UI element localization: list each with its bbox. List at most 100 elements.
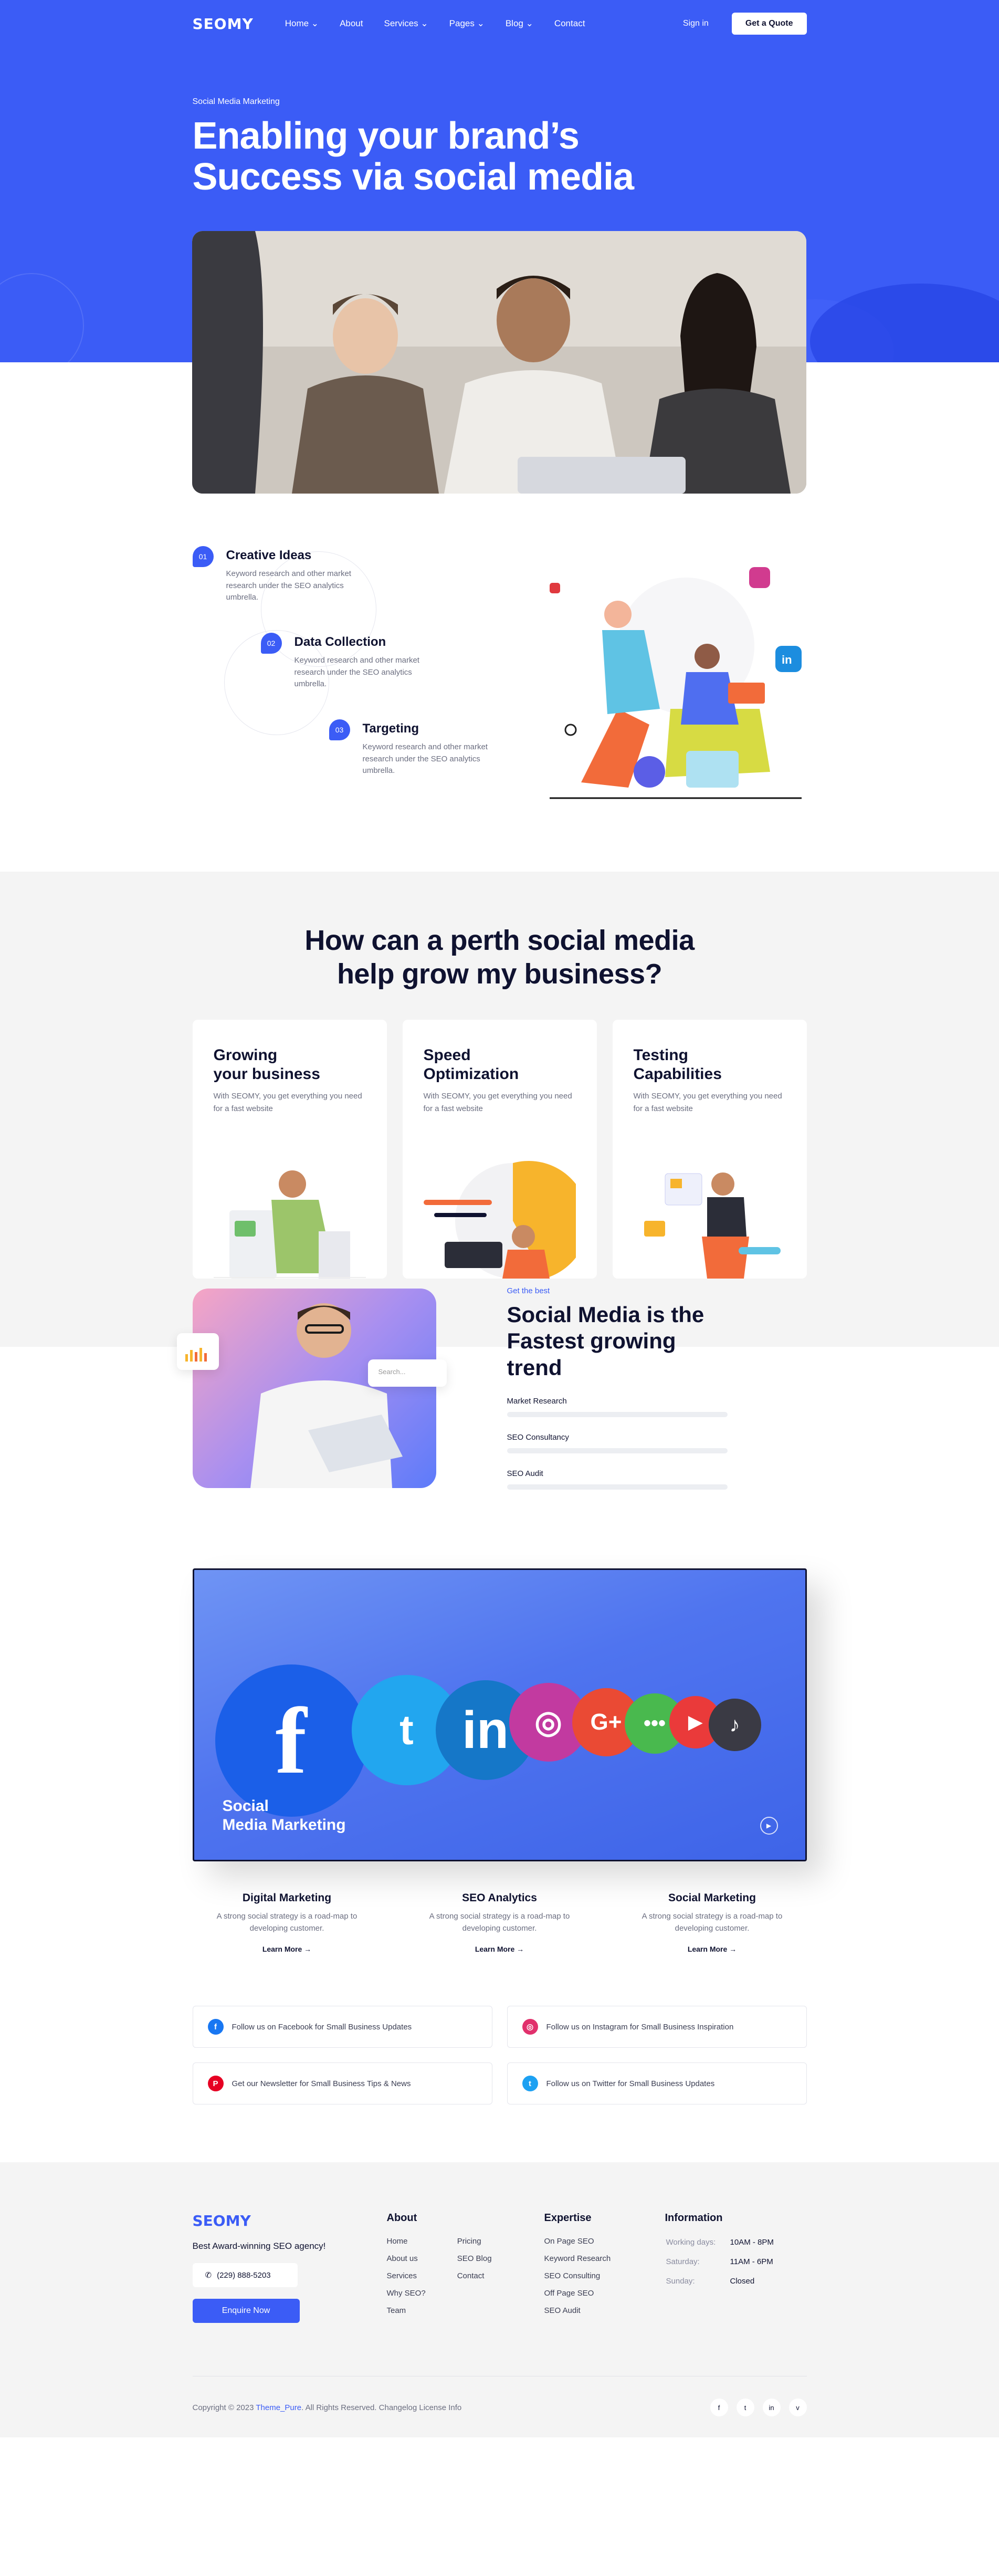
twitter-icon[interactable]: t (736, 2399, 754, 2417)
social-people-illustration: in (549, 567, 802, 799)
card-title: Testing Capabilities (634, 1046, 786, 1084)
facebook-icon[interactable]: f (710, 2399, 728, 2417)
service-title: Digital Marketing (242, 1892, 332, 1904)
follow-section: f Follow us on Facebook for Small Busine… (0, 1954, 999, 2162)
hero-title-line: Enabling your brand’s (192, 115, 580, 157)
footer-expertise-title: Expertise (544, 2212, 592, 2224)
skill-bar (507, 1484, 728, 1490)
nav-menu: Home ⌄ About Services ⌄ Pages ⌄ Blog ⌄ C… (285, 18, 585, 29)
hero-title-line: Success via social media (192, 155, 635, 198)
footer-link[interactable]: Home (387, 2237, 426, 2246)
copyright-text: Copyright © 2023 (192, 2403, 256, 2412)
man-with-laptop-illustration (250, 1303, 403, 1488)
footer-link[interactable]: Pricing (457, 2237, 492, 2246)
instagram-icon: ◎ (522, 2019, 538, 2035)
feature-card[interactable]: Growing your business With SEOMY, you ge… (192, 1020, 387, 1279)
svg-text:in: in (782, 653, 792, 666)
hero-decoration (0, 273, 84, 362)
footer-info-title: Information (665, 2212, 723, 2224)
trend-title-line: Fastest growing trend (507, 1328, 676, 1380)
feature-number: 02 (260, 633, 282, 654)
footer-link[interactable]: SEO Consulting (544, 2271, 665, 2280)
nav-item-services[interactable]: Services ⌄ (384, 18, 428, 29)
copyright-brand-link[interactable]: Theme_Pure (256, 2403, 301, 2412)
service-desc: A strong social strategy is a road-map t… (642, 1912, 783, 1933)
hero-eyebrow: Social Media Marketing (192, 97, 280, 106)
feature-desc: Keyword research and other market resear… (294, 656, 419, 688)
feature-card[interactable]: Testing Capabilities With SEOMY, you get… (612, 1020, 807, 1279)
hours-time: Closed (730, 2277, 755, 2286)
card-desc: With SEOMY, you get everything you need … (423, 1092, 572, 1114)
service-title: SEO Analytics (462, 1892, 537, 1904)
newsletter-link[interactable]: P Get our Newsletter for Small Business … (192, 2062, 492, 2105)
hours-time: 10AM - 8PM (730, 2238, 774, 2247)
follow-twitter-link[interactable]: t Follow us on Twitter for Small Busines… (507, 2062, 807, 2105)
nav-item-blog[interactable]: Blog ⌄ (506, 18, 533, 29)
get-quote-button[interactable]: Get a Quote (731, 13, 807, 35)
skill-item: Market Research (507, 1397, 728, 1418)
facebook-icon: f (207, 2019, 224, 2035)
service-desc: A strong social strategy is a road-map t… (216, 1912, 357, 1933)
learn-more-link[interactable]: Learn More → (688, 1945, 737, 1953)
copyright-text: . All Rights Reserved. Changelog License… (301, 2403, 462, 2412)
play-icon[interactable]: ▶ (760, 1817, 778, 1835)
feature-desc: Keyword research and other market resear… (362, 742, 488, 775)
hero-decoration (810, 284, 999, 362)
feature-title: Targeting (362, 721, 419, 736)
skill-label: SEO Consultancy (507, 1433, 569, 1442)
trend-eyebrow: Get the best (507, 1286, 550, 1295)
card-title-line: Optimization (423, 1065, 519, 1083)
follow-facebook-link[interactable]: f Follow us on Facebook for Small Busine… (192, 2006, 492, 2048)
chart-widget (176, 1333, 219, 1370)
service-item: Digital Marketing A strong social strate… (208, 1892, 366, 1954)
feature-card[interactable]: Speed Optimization With SEOMY, you get e… (402, 1020, 597, 1279)
footer-link[interactable]: Keyword Research (544, 2254, 665, 2263)
footer-logo[interactable]: SEOMY (193, 2212, 387, 2229)
skill-label: SEO Audit (507, 1469, 543, 1479)
feature-item: 02 Data Collection Keyword research and … (260, 633, 431, 690)
footer-link[interactable]: SEO Blog (457, 2254, 492, 2263)
nav-item-about[interactable]: About (340, 18, 363, 29)
testing-capabilities-illustration (644, 1172, 781, 1279)
service-item: SEO Analytics A strong social strategy i… (421, 1892, 579, 1954)
footer-link[interactable]: Why SEO? (387, 2289, 426, 2298)
skill-bar (507, 1412, 728, 1418)
signin-link[interactable]: Sign in (683, 19, 709, 28)
footer-link[interactable]: Services (387, 2271, 426, 2280)
footer-link[interactable]: Team (387, 2306, 426, 2315)
follow-text: Follow us on Instagram for Small Busines… (546, 2022, 734, 2032)
skill-bar (507, 1448, 728, 1454)
footer-link[interactable]: About us (387, 2254, 426, 2263)
follow-text: Follow us on Twitter for Small Business … (546, 2079, 715, 2088)
social-media-video[interactable]: f t in ◎ G+ ••• ▶ ♪ Social Media Marketi… (192, 1568, 807, 1862)
follow-instagram-link[interactable]: ◎ Follow us on Instagram for Small Busin… (507, 2006, 807, 2048)
card-title: Growing your business (214, 1046, 366, 1084)
learn-more-link[interactable]: Learn More → (262, 1945, 311, 1953)
footer-link[interactable]: SEO Audit (544, 2306, 665, 2315)
tiktok-icon: ♪ (708, 1699, 761, 1752)
phone-number: (229) 888-5203 (217, 2270, 271, 2280)
learn-more-link[interactable]: Learn More → (475, 1945, 524, 1953)
nav-item-contact[interactable]: Contact (554, 18, 585, 29)
vimeo-icon[interactable]: v (788, 2399, 807, 2417)
nav-item-home[interactable]: Home ⌄ (285, 18, 319, 29)
growing-business-illustration (213, 1170, 366, 1279)
footer: SEOMY Best Award-winning SEO agency! ✆ (… (0, 2162, 999, 2438)
enquire-now-button[interactable]: Enquire Now (192, 2299, 300, 2323)
hero-team-photo (192, 231, 806, 494)
feature-item: 01 Creative Ideas Keyword research and o… (192, 546, 363, 604)
pinterest-icon: P (207, 2076, 224, 2092)
search-widget: Search... (367, 1359, 447, 1387)
footer-link[interactable]: On Page SEO (544, 2237, 665, 2246)
footer-link[interactable]: Contact (457, 2271, 492, 2280)
video-caption-line: Media Marketing (222, 1816, 346, 1834)
linkedin-icon[interactable]: in (762, 2399, 781, 2417)
nav-item-pages[interactable]: Pages ⌄ (449, 18, 485, 29)
footer-link[interactable]: Off Page SEO (544, 2289, 665, 2298)
card-title-line: Testing (633, 1046, 688, 1064)
follow-text: Get our Newsletter for Small Business Ti… (232, 2079, 411, 2088)
footer-about-title: About (386, 2212, 417, 2224)
feature-number: 03 (329, 719, 350, 740)
phone-button[interactable]: ✆ (229) 888-5203 (192, 2263, 298, 2288)
logo[interactable]: SEOMY (193, 15, 254, 33)
